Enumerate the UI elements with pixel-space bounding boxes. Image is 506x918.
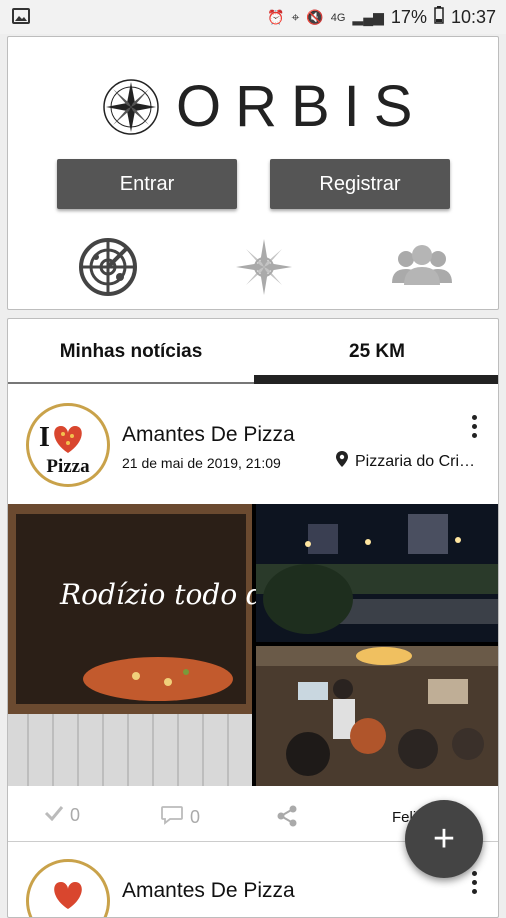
tab-bar: Minhas notícias 25 KM <box>8 319 498 385</box>
mute-icon: 🔇 <box>306 9 324 25</box>
avatar[interactable]: I Pizza <box>26 403 110 487</box>
comment-button[interactable]: 0 <box>160 805 200 830</box>
post-author[interactable]: Amantes De Pizza <box>122 879 295 903</box>
tab-underline <box>8 382 254 384</box>
gallery-notification-icon <box>12 8 30 29</box>
alarm-icon: ⏰ <box>267 9 285 25</box>
avatar-letter: I <box>39 422 50 453</box>
more-options-icon[interactable] <box>472 871 482 898</box>
like-button[interactable]: 0 <box>44 805 80 826</box>
group-icon[interactable] <box>390 237 452 297</box>
gallery-overlay-text: Rodízio todo dia <box>59 578 290 611</box>
battery-percent: 17% <box>390 7 427 27</box>
brand-logo: ORBIS <box>102 73 427 140</box>
share-icon[interactable] <box>276 805 298 827</box>
compass-rose-icon[interactable] <box>234 237 294 297</box>
header-card: ORBIS Entrar Registrar <box>7 36 499 310</box>
login-button[interactable]: Entrar <box>57 159 237 209</box>
post-author[interactable]: Amantes De Pizza <box>122 423 295 447</box>
tab-my-news[interactable]: Minhas notícias <box>8 319 254 385</box>
active-tab-indicator <box>254 375 498 384</box>
radar-icon[interactable] <box>78 237 138 297</box>
gallery-image-1: Rodízio todo dia <box>8 504 290 786</box>
signal-icon: ▂▄▆ <box>352 9 384 25</box>
gallery-image-2 <box>256 504 498 642</box>
check-icon <box>44 805 64 826</box>
location-icon: ⌖ <box>291 9 300 25</box>
avatar[interactable] <box>26 859 110 917</box>
add-post-button[interactable]: + <box>405 800 483 878</box>
avatar-word: Pizza <box>46 456 90 477</box>
status-bar: ⏰ ⌖ 🔇 4G ▂▄▆ 17% 10:37 <box>0 0 506 34</box>
network-type: 4G <box>330 11 346 24</box>
location-pin-icon <box>336 451 348 472</box>
post-location[interactable]: Pizzaria do Cri… <box>336 451 475 472</box>
gallery-image-3 <box>256 646 498 786</box>
register-button[interactable]: Registrar <box>270 159 450 209</box>
clock: 10:37 <box>450 7 496 27</box>
post-location-label: Pizzaria do Cri… <box>355 452 476 470</box>
compass-logo-icon <box>103 78 159 135</box>
more-options-icon[interactable] <box>472 415 482 442</box>
post-date: 21 de mai de 2019, 21:09 <box>122 455 281 471</box>
like-count: 0 <box>70 805 81 825</box>
battery-icon <box>434 6 444 29</box>
comment-count: 0 <box>190 807 201 827</box>
post-gallery[interactable]: Rodízio todo dia <box>8 504 498 786</box>
brand-name: ORBIS <box>176 74 427 139</box>
comment-icon <box>160 805 184 830</box>
